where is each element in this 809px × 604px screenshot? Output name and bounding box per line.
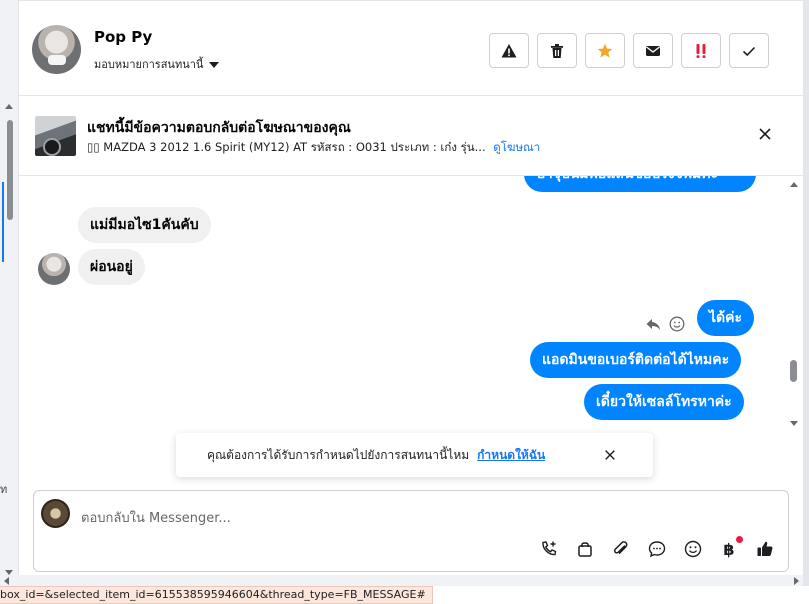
assign-conversation-label: มอบหมายการสนทนานี้ — [94, 58, 204, 71]
paperclip-icon — [614, 541, 628, 554]
message-hover-actions — [645, 316, 685, 332]
page-avatar — [41, 499, 70, 528]
like-button[interactable] — [755, 539, 775, 559]
selected-thread-indicator — [2, 182, 4, 262]
notification-dot — [736, 536, 743, 543]
trash-icon — [551, 43, 563, 58]
contact-name[interactable]: Pop Py — [94, 28, 152, 46]
message-bubble-outgoing[interactable]: ปาจุบนมพอแลนขอบรงจพมคะ — [524, 176, 756, 192]
conversation-header: Pop Py มอบหมายการสนทนานี้ — [19, 0, 803, 96]
assign-prompt-toast: คุณต้องการได้รับการกำหนดไปยังการสนทนานี้… — [176, 433, 653, 477]
assign-to-me-link[interactable]: กำหนดให้ฉัน — [477, 446, 545, 465]
inbox-window: ท Pop Py มอบหมายการสนทนานี้ แชทนี้มีข้อค… — [0, 0, 809, 604]
report-button[interactable] — [489, 33, 529, 68]
shopping-bag-icon — [578, 542, 592, 557]
payment-button[interactable]: ฿ — [719, 536, 743, 559]
reply-composer[interactable]: ตอบกลับใน Messenger... ฿ — [33, 490, 789, 572]
baht-icon: ฿ — [723, 539, 735, 559]
double-exclamation-icon — [696, 43, 706, 58]
chevron-down-icon — [209, 61, 220, 68]
reply-icon[interactable] — [645, 316, 661, 332]
view-ad-link[interactable]: ดูโฆษณา — [493, 140, 540, 154]
shop-button[interactable] — [575, 539, 595, 559]
scroll-left-arrow[interactable] — [4, 577, 9, 585]
header-actions — [489, 33, 769, 68]
close-icon[interactable] — [603, 448, 617, 462]
react-emoji-icon[interactable] — [669, 316, 685, 332]
right-edge-strip — [803, 0, 809, 586]
left-panel-strip: ท — [0, 0, 19, 586]
ad-banner-title: แชทนี้มีข้อความตอบกลับต่อโฆษณาของคุณ — [87, 120, 351, 136]
scroll-right-arrow[interactable] — [794, 577, 799, 585]
status-url-bar: box_id=&selected_item_id=615538595946604… — [0, 586, 433, 604]
delete-button[interactable] — [537, 33, 577, 68]
left-scroll-up-arrow[interactable] — [5, 104, 13, 109]
message-bubble-outgoing[interactable]: ได้ค่ะ — [697, 300, 755, 336]
contact-avatar-small[interactable] — [38, 253, 70, 285]
message-bubble-outgoing[interactable]: เดี๋ยวให้เซลล์โทรหาค่ะ — [584, 384, 744, 420]
assign-conversation-dropdown[interactable]: มอบหมายการสนทนานี้ — [94, 55, 220, 73]
done-button[interactable] — [729, 33, 769, 68]
follow-up-button[interactable] — [681, 33, 721, 68]
left-scrollbar-thumb[interactable] — [7, 120, 13, 220]
reply-input[interactable]: ตอบกลับใน Messenger... — [81, 507, 231, 528]
close-icon[interactable] — [757, 126, 773, 142]
thread-scroll-down-arrow[interactable] — [790, 421, 798, 426]
thread-scrollbar[interactable] — [788, 176, 800, 432]
message-bubble-incoming[interactable]: แม่มีมอไซ1คันคับ — [78, 207, 211, 243]
star-icon — [597, 43, 613, 58]
ad-banner-subtitle: ▯▯ MAZDA 3 2012 1.6 Spirit (MY12) AT รหั… — [87, 139, 540, 157]
warning-icon — [501, 43, 517, 57]
contact-avatar[interactable] — [32, 25, 81, 74]
emoji-icon — [684, 540, 702, 558]
thread-scroll-up-arrow[interactable] — [790, 182, 798, 187]
ad-description: ▯▯ MAZDA 3 2012 1.6 Spirit (MY12) AT รหั… — [87, 140, 486, 154]
emoji-button[interactable] — [683, 539, 703, 559]
thread-scrollbar-thumb[interactable] — [790, 360, 797, 382]
phone-plus-icon — [542, 541, 557, 556]
star-button[interactable] — [585, 33, 625, 68]
envelope-icon — [646, 45, 660, 56]
ad-thumbnail[interactable] — [35, 116, 76, 156]
composer-toolbar: ฿ — [539, 536, 775, 559]
thumbs-up-icon — [757, 541, 773, 556]
check-icon — [742, 46, 756, 56]
ad-reply-banner: แชทนี้มีข้อความตอบกลับต่อโฆษณาของคุณ ▯▯ … — [19, 96, 803, 176]
message-thread: ปาจุบนมพอแลนขอบรงจพมคะ แม่มีมอไซ1คันคับ … — [19, 176, 803, 436]
call-button[interactable] — [539, 539, 559, 559]
message-bubble-outgoing[interactable]: แอดมินขอเบอร์ติดต่อได้ไหมคะ — [530, 342, 742, 378]
mark-unread-button[interactable] — [633, 33, 673, 68]
attach-button[interactable] — [611, 539, 631, 559]
message-bubble-incoming[interactable]: ผ่อนอยู่ — [78, 249, 145, 285]
left-panel-cut-text: ท — [0, 483, 8, 496]
assign-prompt-text: คุณต้องการได้รับการกำหนดไปยังการสนทนานี้… — [207, 447, 470, 462]
chat-bubble-icon — [648, 541, 666, 558]
saved-replies-button[interactable] — [647, 539, 667, 559]
horizontal-scrollbar[interactable] — [0, 575, 803, 586]
